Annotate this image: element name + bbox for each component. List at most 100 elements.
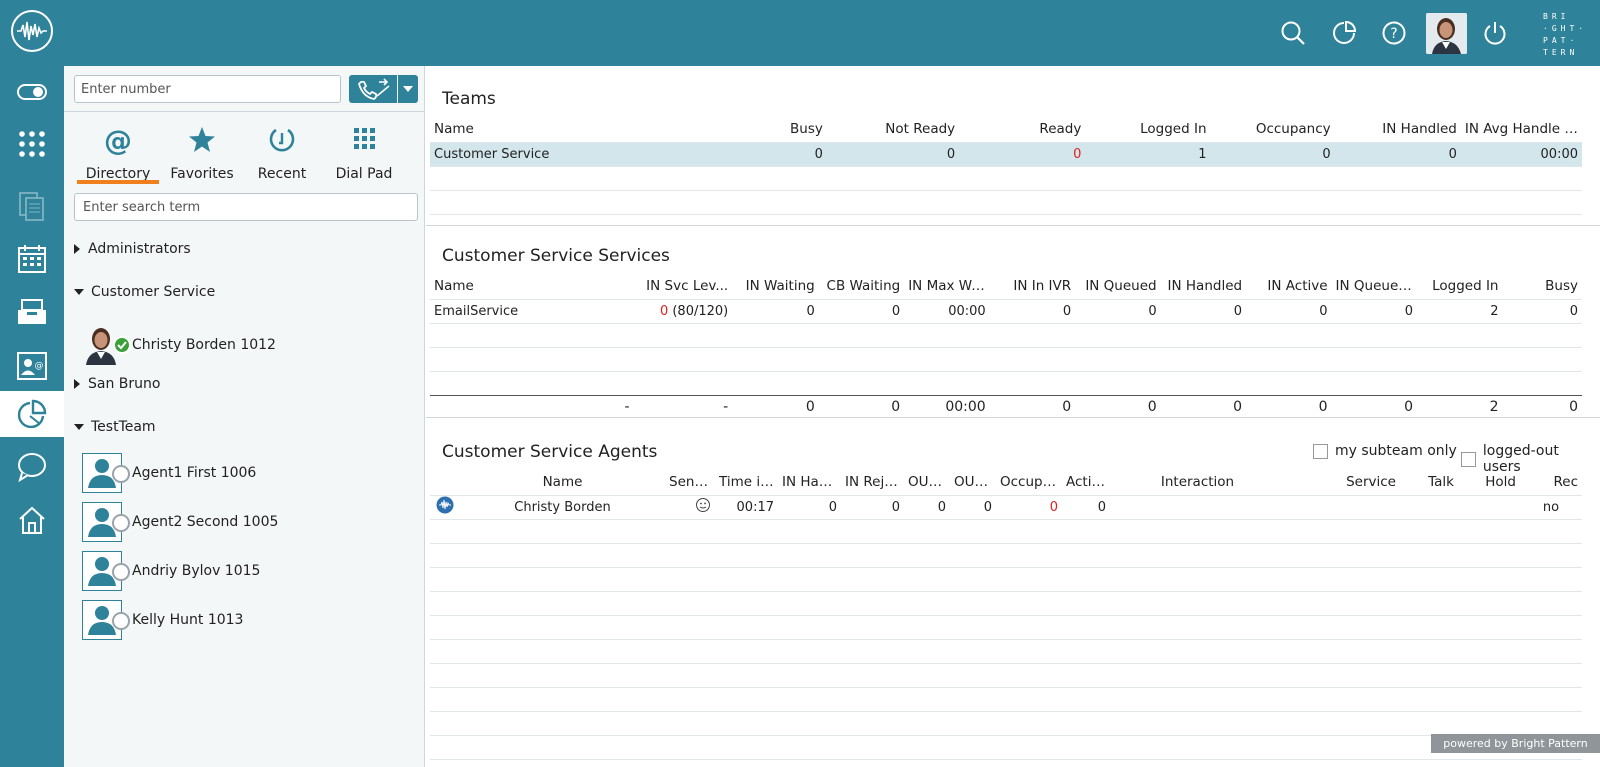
agent-label: Agent2 Second 1005 bbox=[132, 514, 279, 530]
tab-favorites[interactable]: Favorites bbox=[164, 120, 240, 190]
group-testteam[interactable]: TestTeam bbox=[74, 419, 156, 435]
column-header[interactable]: IN Svc Lev... bbox=[633, 273, 733, 300]
column-header[interactable]: Service bbox=[1285, 469, 1400, 496]
cell: 0 bbox=[1075, 394, 1161, 419]
supervisor-icon[interactable] bbox=[0, 391, 64, 437]
calendar-icon[interactable] bbox=[0, 236, 64, 282]
empty-row bbox=[430, 519, 1582, 544]
empty-row bbox=[430, 166, 1582, 191]
home-icon[interactable] bbox=[0, 497, 64, 543]
column-header[interactable]: IN Max Wait bbox=[904, 273, 990, 300]
keypad-icon bbox=[354, 128, 375, 149]
column-header[interactable]: Occupancy bbox=[1210, 116, 1335, 143]
column-header[interactable]: Busy bbox=[1502, 273, 1582, 300]
column-header[interactable]: IN Waiting bbox=[732, 273, 819, 300]
documents-icon[interactable] bbox=[0, 184, 64, 230]
teams-table: Name Busy Not Ready Ready Logged In Occu… bbox=[430, 116, 1582, 215]
status-toggle-icon[interactable] bbox=[0, 69, 64, 115]
inbox-icon[interactable] bbox=[0, 289, 64, 335]
avatar bbox=[82, 502, 130, 542]
column-header[interactable]: Name bbox=[430, 273, 634, 300]
checkbox-box[interactable] bbox=[1313, 443, 1328, 459]
column-header[interactable]: Logged In bbox=[1417, 273, 1503, 300]
agents-title: Customer Service Agents bbox=[442, 442, 658, 462]
agent-name: Christy Borden bbox=[460, 495, 665, 520]
column-header[interactable]: Name bbox=[430, 116, 644, 143]
column-header[interactable]: OUT... bbox=[950, 469, 996, 496]
services-table: Name IN Svc Lev... IN Waiting CB Waiting… bbox=[430, 273, 1582, 419]
cell: 0 bbox=[1075, 299, 1161, 324]
directory-agent-agent2[interactable]: Agent2 Second 1005 bbox=[82, 502, 278, 542]
directory-agent-agent1[interactable]: Agent1 First 1006 bbox=[82, 453, 256, 493]
column-header bbox=[430, 469, 460, 496]
column-header[interactable]: IN Avg Handle Ti... bbox=[1460, 116, 1582, 143]
tab-dialpad[interactable]: Dial Pad bbox=[326, 120, 402, 190]
cell: 0 bbox=[1160, 299, 1247, 324]
search-input[interactable] bbox=[74, 193, 418, 221]
column-header[interactable]: Name bbox=[460, 469, 665, 496]
column-header[interactable]: Rec bbox=[1520, 469, 1582, 496]
chevron-down-icon bbox=[403, 86, 413, 92]
chat-icon[interactable] bbox=[0, 444, 64, 490]
column-header[interactable]: IN Reje... bbox=[841, 469, 904, 496]
directory-agent-christy[interactable]: Christy Borden 1012 bbox=[82, 325, 276, 365]
call-button[interactable] bbox=[349, 75, 397, 103]
cell bbox=[1285, 495, 1400, 520]
empty-row bbox=[430, 347, 1582, 372]
column-header[interactable]: IN Queued bbox=[1075, 273, 1161, 300]
column-header[interactable]: IN Queue S... bbox=[1331, 273, 1418, 300]
user-avatar[interactable] bbox=[1426, 13, 1467, 54]
cell: 0 bbox=[1062, 495, 1110, 520]
group-san-bruno[interactable]: San Bruno bbox=[74, 376, 160, 392]
column-header[interactable]: Interaction bbox=[1110, 469, 1285, 496]
table-row[interactable]: Customer Service 0 0 0 1 0 0 00:00 bbox=[430, 142, 1582, 167]
column-header[interactable]: Busy bbox=[643, 116, 827, 143]
subteam-checkbox[interactable]: my subteam only bbox=[1313, 443, 1457, 459]
column-header[interactable]: OUT... bbox=[904, 469, 950, 496]
directory-agent-andriy[interactable]: Andriy Bylov 1015 bbox=[82, 551, 260, 591]
column-header[interactable]: IN Hand... bbox=[778, 469, 841, 496]
dialpad-icon[interactable] bbox=[0, 121, 64, 167]
checkbox-box[interactable] bbox=[1461, 451, 1476, 467]
group-label: Administrators bbox=[88, 241, 191, 257]
cell: 0 bbox=[732, 299, 819, 324]
column-header[interactable]: Ready bbox=[959, 116, 1086, 143]
agent-label: Christy Borden 1012 bbox=[132, 337, 276, 353]
column-header[interactable]: Time in... bbox=[715, 469, 778, 496]
column-header[interactable]: IN Handled bbox=[1334, 116, 1461, 143]
column-header[interactable]: IN Handled bbox=[1160, 273, 1247, 300]
column-header[interactable]: Talk bbox=[1400, 469, 1458, 496]
offline-status-icon bbox=[112, 514, 130, 532]
directory-agent-kelly[interactable]: Kelly Hunt 1013 bbox=[82, 600, 243, 640]
cell: 0 bbox=[818, 299, 905, 324]
column-header[interactable]: Logged In bbox=[1085, 116, 1211, 143]
column-header[interactable]: Hold bbox=[1458, 469, 1520, 496]
search-icon[interactable] bbox=[1280, 20, 1306, 46]
table-row[interactable]: EmailService 0 (80/120) 0 0 00:00 0 0 0 … bbox=[430, 299, 1582, 324]
column-header[interactable]: Not Ready bbox=[826, 116, 960, 143]
tab-recent[interactable]: Recent bbox=[244, 120, 320, 190]
group-label: Customer Service bbox=[91, 284, 216, 300]
column-header[interactable]: Occupa... bbox=[996, 469, 1062, 496]
call-options-dropdown[interactable] bbox=[398, 75, 418, 103]
table-row[interactable]: Christy Borden 00:17 0 0 0 0 0 0 no bbox=[430, 495, 1582, 520]
help-icon[interactable]: ? bbox=[1381, 20, 1407, 46]
active-tab-indicator bbox=[77, 180, 159, 184]
offline-status-icon bbox=[112, 465, 130, 483]
contact-card-icon[interactable]: @ bbox=[0, 343, 64, 389]
column-header[interactable]: Active bbox=[1062, 469, 1110, 496]
group-customer-service[interactable]: Customer Service bbox=[74, 284, 215, 300]
cell bbox=[1110, 495, 1285, 520]
number-input[interactable] bbox=[74, 75, 341, 103]
services-title: Customer Service Services bbox=[442, 246, 670, 266]
brand-logo: BRI ·GHT· PAT· TERN bbox=[1543, 12, 1588, 57]
logout-icon[interactable] bbox=[1482, 20, 1508, 46]
cell: 0 bbox=[1210, 142, 1335, 167]
wallboard-icon[interactable] bbox=[1331, 20, 1357, 46]
column-header[interactable]: IN Active bbox=[1246, 273, 1332, 300]
cell: 0 bbox=[1331, 394, 1418, 419]
column-header[interactable]: Senti... bbox=[665, 469, 715, 496]
column-header[interactable]: CB Waiting bbox=[818, 273, 905, 300]
column-header[interactable]: IN In IVR bbox=[989, 273, 1076, 300]
group-administrators[interactable]: Administrators bbox=[74, 241, 191, 257]
